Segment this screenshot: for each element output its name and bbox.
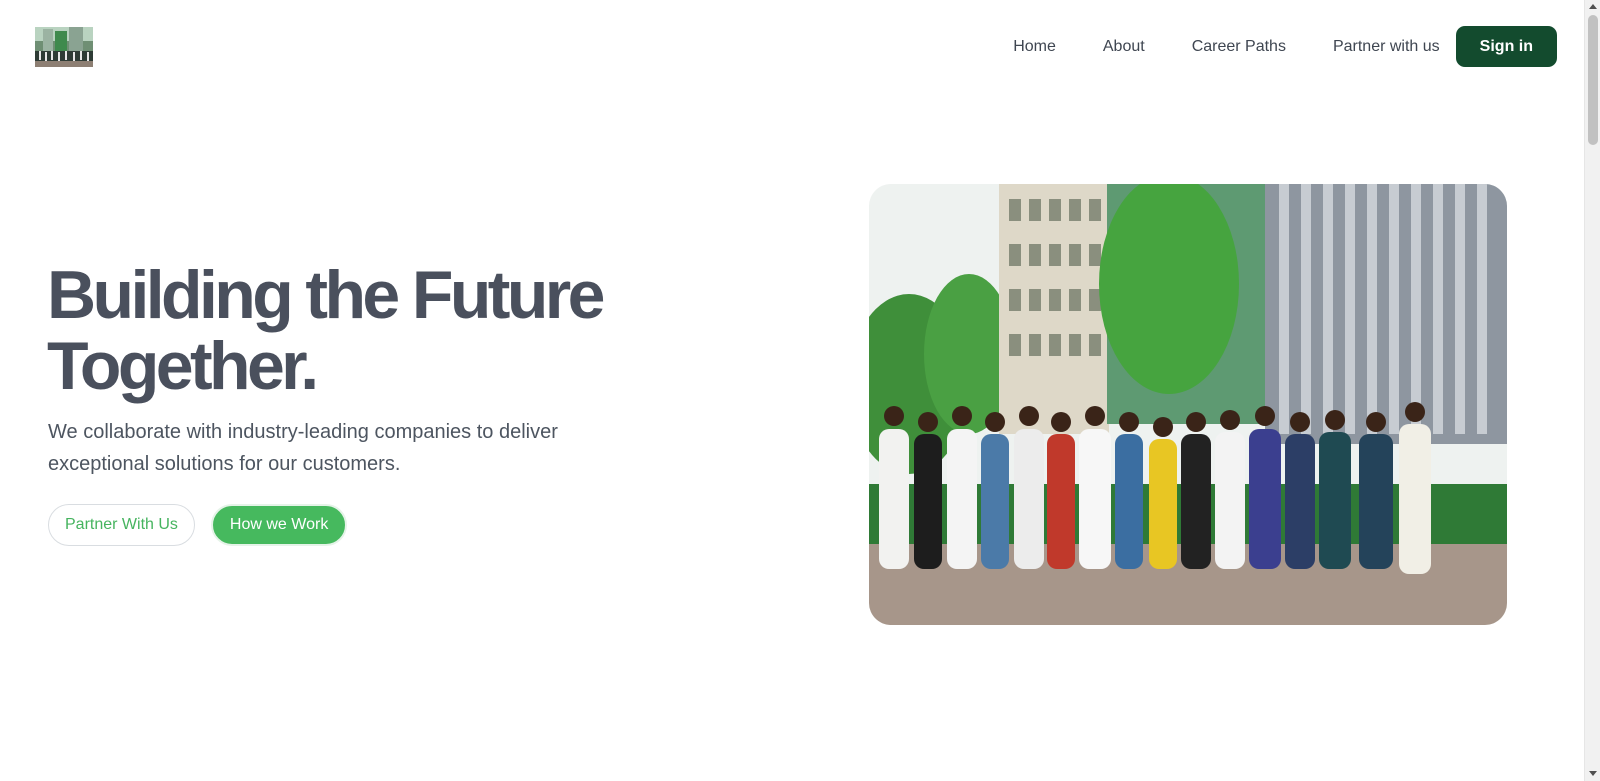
main-nav: Home About Career Paths Partner with us …	[1013, 26, 1557, 67]
nav-partner-link[interactable]: Partner with us	[1333, 38, 1440, 56]
site-logo[interactable]	[35, 27, 93, 67]
logo-image	[35, 27, 93, 67]
scroll-down-arrow-icon[interactable]	[1589, 771, 1597, 776]
hero-subtitle: We collaborate with industry-leading com…	[48, 421, 558, 475]
page-scrollbar[interactable]	[1584, 0, 1600, 781]
nav-career-paths-link[interactable]: Career Paths	[1192, 38, 1286, 56]
sign-in-button[interactable]: Sign in	[1455, 26, 1557, 67]
group-photo-image	[869, 184, 1507, 625]
how-we-work-button[interactable]: How we Work	[210, 504, 348, 546]
hero-title-line1: Building the Future	[47, 257, 605, 333]
hero-photo	[869, 184, 1507, 625]
nav-home-link[interactable]: Home	[1013, 38, 1056, 56]
hero-title: Building the Future Together.	[47, 260, 707, 402]
hero-actions: Partner With Us How we Work	[48, 504, 348, 546]
scroll-up-arrow-icon[interactable]	[1589, 4, 1597, 9]
nav-about-link[interactable]: About	[1103, 38, 1145, 56]
partner-with-us-button[interactable]: Partner With Us	[48, 504, 195, 546]
hero-title-line2: Together.	[47, 328, 319, 404]
scroll-thumb[interactable]	[1588, 15, 1598, 145]
